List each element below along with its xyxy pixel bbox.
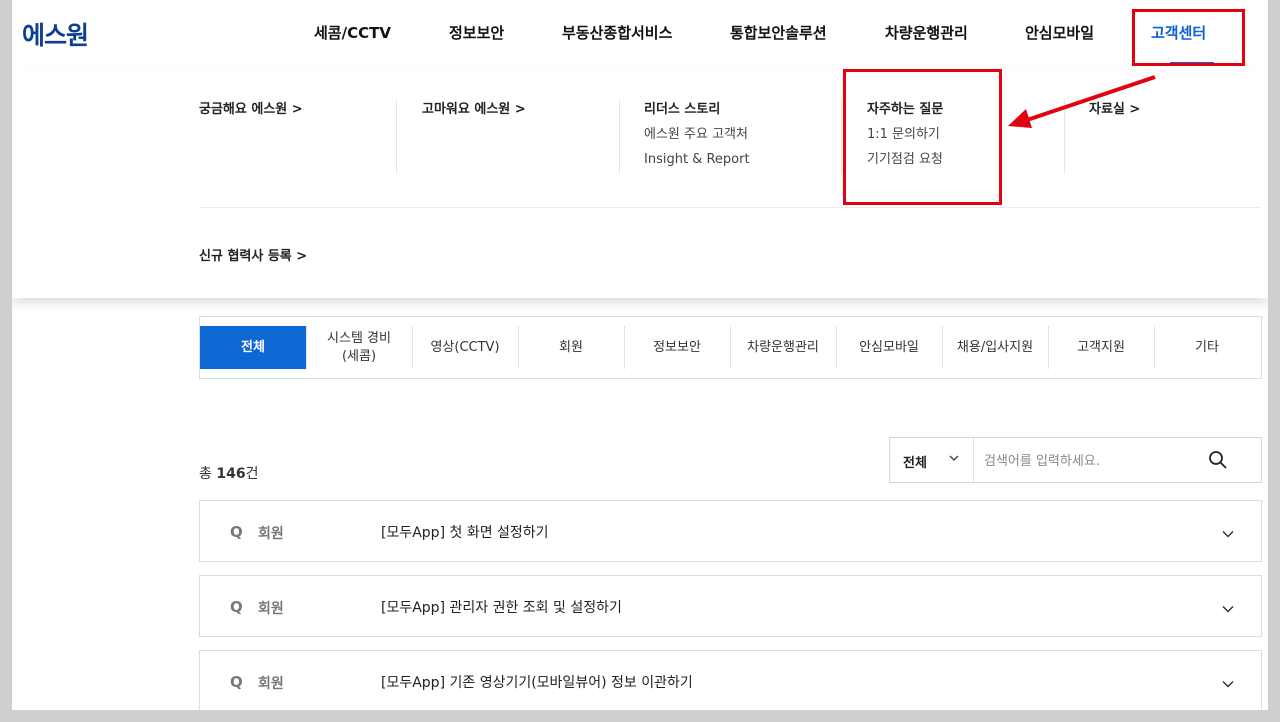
mega-menu-col-3: 리더스 스토리 에스원 주요 고객처 Insight & Report <box>644 102 750 177</box>
faq-category: 회원 <box>258 601 284 617</box>
chevron-down-icon[interactable] <box>1221 602 1235 616</box>
page: 에스원 세콤/CCTV 정보보안 부동산종합서비스 통합보안솔루션 차량운행관리… <box>12 0 1268 710</box>
faq-category: 회원 <box>258 676 284 692</box>
search-scope-select[interactable]: 전체 <box>890 438 974 482</box>
faq-q-label: Q <box>230 598 243 616</box>
tab-info-security[interactable]: 정보보안 <box>624 326 729 369</box>
chevron-down-icon <box>949 455 959 461</box>
tab-vehicle[interactable]: 차량운행관리 <box>730 326 835 369</box>
nav-item-integrated-security[interactable]: 통합보안솔루션 <box>730 22 827 43</box>
divider <box>199 207 1261 208</box>
mega-menu-col-4: 자주하는 질문 1:1 문의하기 기기점검 요청 <box>867 102 943 177</box>
menu-link-major-clients[interactable]: 에스원 주요 고객처 <box>644 127 750 142</box>
tab-recruit[interactable]: 채용/입사지원 <box>942 326 1047 369</box>
faq-title: [모두App] 관리자 권한 조회 및 설정하기 <box>381 600 622 616</box>
menu-link-archive[interactable]: 자료실 > <box>1089 102 1140 117</box>
nav-item-real-estate[interactable]: 부동산종합서비스 <box>562 22 672 43</box>
menu-link-one-on-one-inquiry[interactable]: 1:1 문의하기 <box>867 127 943 142</box>
divider <box>1064 100 1065 174</box>
chevron-down-icon[interactable] <box>1221 527 1235 541</box>
nav-item-mobile[interactable]: 안심모바일 <box>1025 22 1094 43</box>
divider <box>619 100 620 174</box>
menu-link-partner-registration[interactable]: 신규 협력사 등록 > <box>199 245 307 264</box>
site-header: 에스원 세콤/CCTV 정보보안 부동산종합서비스 통합보안솔루션 차량운행관리… <box>12 0 1268 67</box>
tab-cctv[interactable]: 영상(CCTV) <box>412 326 517 369</box>
mega-menu-col-1: 궁금해요 에스원 > <box>199 102 303 127</box>
faq-title: [모두App] 기존 영상기기(모바일뷰어) 정보 이관하기 <box>381 675 693 691</box>
tab-mobile[interactable]: 안심모바일 <box>836 326 941 369</box>
nav-item-customer-center[interactable]: 고객센터 <box>1151 22 1206 43</box>
total-number: 146 <box>216 466 246 482</box>
tab-other[interactable]: 기타 <box>1154 326 1259 369</box>
faq-item[interactable]: Q 회원 [모두App] 첫 화면 설정하기 <box>199 500 1262 562</box>
tab-all[interactable]: 전체 <box>200 326 306 369</box>
nav-item-vehicle[interactable]: 차량운행관리 <box>885 22 968 43</box>
total-suffix: 건 <box>245 466 259 482</box>
faq-q-label: Q <box>230 523 243 541</box>
search-input[interactable] <box>982 446 1196 476</box>
nav-item-info-security[interactable]: 정보보안 <box>449 22 504 43</box>
tab-system-security[interactable]: 시스템 경비 (세콤) <box>306 326 411 369</box>
category-tabs: 전체 시스템 경비 (세콤) 영상(CCTV) 회원 정보보안 차량운행관리 안… <box>199 316 1262 379</box>
faq-category: 회원 <box>258 526 284 542</box>
menu-link-device-check-request[interactable]: 기기점검 요청 <box>867 152 943 167</box>
mega-menu-col-2: 고마워요 에스원 > <box>422 102 526 127</box>
divider <box>396 100 397 174</box>
chevron-down-icon[interactable] <box>1221 677 1235 691</box>
search-scope-value: 전체 <box>903 456 927 471</box>
menu-link-leaders-story[interactable]: 리더스 스토리 <box>644 102 750 117</box>
total-prefix: 총 <box>199 466 217 482</box>
faq-item[interactable]: Q 회원 [모두App] 관리자 권한 조회 및 설정하기 <box>199 575 1262 637</box>
menu-link-faq-s1[interactable]: 궁금해요 에스원 > <box>199 102 303 117</box>
faq-q-label: Q <box>230 673 243 691</box>
mega-menu: 궁금해요 에스원 > 고마워요 에스원 > 리더스 스토리 에스원 주요 고객처… <box>12 66 1268 298</box>
tab-customer-support[interactable]: 고객지원 <box>1048 326 1153 369</box>
logo[interactable]: 에스원 <box>22 16 89 52</box>
divider <box>841 100 842 174</box>
search-icon[interactable] <box>1208 450 1228 470</box>
faq-item[interactable]: Q 회원 [모두App] 기존 영상기기(모바일뷰어) 정보 이관하기 <box>199 650 1262 710</box>
tab-member[interactable]: 회원 <box>518 326 623 369</box>
menu-link-thanks-s1[interactable]: 고마워요 에스원 > <box>422 102 526 117</box>
total-count: 총 146건 <box>199 463 258 483</box>
active-nav-indicator <box>1170 62 1214 65</box>
mega-menu-col-5: 자료실 > <box>1089 102 1140 127</box>
faq-title: [모두App] 첫 화면 설정하기 <box>381 525 549 541</box>
menu-link-frequent-questions[interactable]: 자주하는 질문 <box>867 102 943 117</box>
search-bar: 전체 <box>889 437 1262 483</box>
nav-item-secom-cctv[interactable]: 세콤/CCTV <box>314 22 391 43</box>
menu-link-insight-report[interactable]: Insight & Report <box>644 152 750 167</box>
